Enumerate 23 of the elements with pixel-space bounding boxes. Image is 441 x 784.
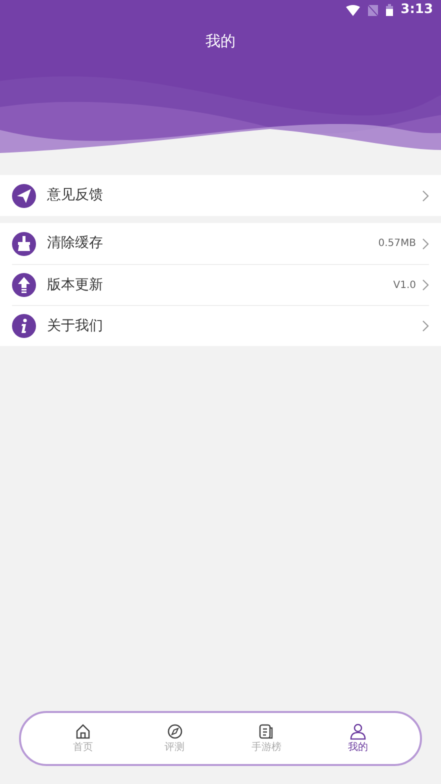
battery-icon (386, 4, 393, 16)
menu-item-label[interactable]: 清除缓存 (47, 233, 103, 254)
compass-icon (166, 722, 184, 740)
info-icon (12, 314, 36, 338)
menu-item-value: 0.57MB (378, 237, 416, 251)
chevron-right-icon (422, 238, 429, 250)
menu-item-label[interactable]: 关于我们 (47, 316, 103, 336)
wifi-icon (346, 4, 360, 16)
nav-tab[interactable]: 我的 (312, 722, 404, 755)
chevron-right-icon (422, 190, 429, 202)
page-title: 我的 (206, 32, 236, 50)
home-icon (74, 722, 92, 740)
chevron-right-icon (422, 320, 429, 332)
status-time: 3:13 (400, 1, 433, 20)
chevron-right-icon (422, 279, 429, 291)
menu-item-label[interactable]: 意见反馈 (47, 185, 103, 206)
paper-plane-icon (12, 184, 36, 208)
user-icon (349, 722, 368, 740)
menu-item-label[interactable]: 版本更新 (47, 274, 103, 296)
no-signal-icon (368, 4, 378, 16)
document-icon (257, 722, 276, 740)
broom-icon (12, 232, 36, 256)
menu-item-value: V1.0 (393, 278, 416, 292)
